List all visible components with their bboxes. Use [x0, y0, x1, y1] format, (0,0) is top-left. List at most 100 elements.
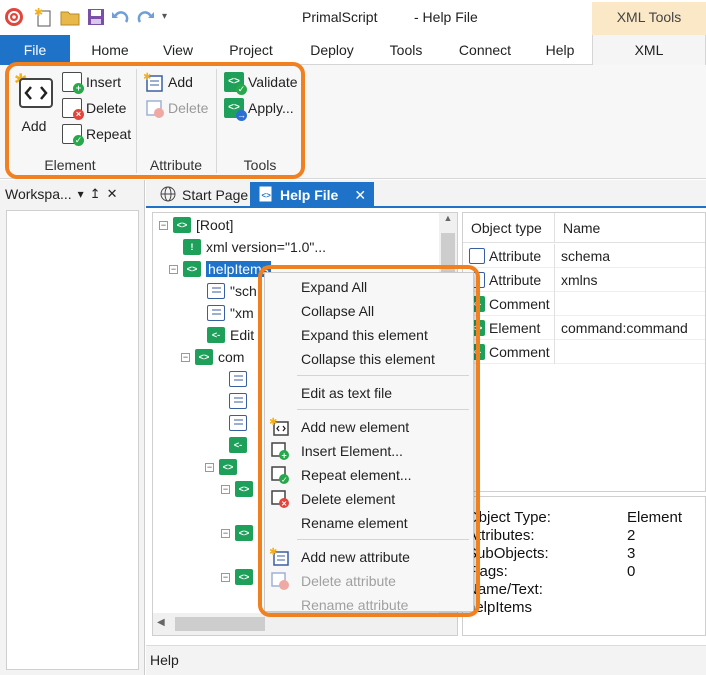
app-title: PrimalScript — [302, 9, 378, 25]
scroll-left-icon[interactable]: ◀ — [157, 617, 165, 628]
objects-grid: Object type Name Attribute schema Attribut… — [462, 212, 706, 492]
element-icon: <> — [219, 459, 237, 475]
object-type-text: Attribute — [489, 247, 542, 264]
cell-name: command:command — [561, 319, 688, 336]
tree-node-label: xml version="1.0"... — [206, 239, 327, 255]
cell-name: schema — [561, 247, 611, 264]
declaration-icon: ! — [183, 239, 201, 255]
collapse-icon[interactable]: − — [221, 484, 230, 494]
status-bar: Help — [146, 645, 706, 675]
close-icon[interactable]: ✕ — [107, 186, 118, 202]
workspace-pane: Workspa... ▾ ↥ ✕ — [0, 180, 145, 675]
xml-file-icon: <> — [258, 186, 274, 205]
collapse-icon[interactable]: − — [221, 528, 230, 538]
tab-xml[interactable]: XML — [592, 35, 706, 66]
attribute-icon — [229, 393, 247, 409]
tab-deploy[interactable]: Deploy — [298, 35, 366, 65]
property-value: 2 — [627, 527, 636, 544]
property-row: SubObjects: 3 — [467, 545, 705, 563]
collapse-icon[interactable]: − — [205, 462, 214, 472]
scroll-thumb[interactable] — [175, 617, 265, 631]
table-row[interactable]: <- Comment — [463, 291, 705, 316]
object-type-text: Comment — [489, 295, 550, 312]
highlight-menu-outline — [258, 265, 480, 617]
open-folder-icon[interactable] — [60, 7, 80, 27]
property-row: Object Type: Element — [467, 509, 705, 527]
cell-object-type: Attribute — [463, 243, 555, 268]
element-icon: <> — [173, 217, 191, 233]
status-text: Help — [150, 652, 179, 668]
property-row: Attributes: 2 — [467, 527, 705, 545]
close-tab-icon[interactable]: ✕ — [354, 187, 366, 204]
tree-node[interactable]: − <> com — [181, 346, 244, 368]
collapse-icon[interactable]: − — [169, 264, 178, 274]
tree-node[interactable] — [215, 390, 252, 412]
object-type-text: Attribute — [489, 271, 542, 288]
attribute-icon — [207, 305, 225, 321]
tab-project[interactable]: Project — [218, 35, 284, 65]
tab-home[interactable]: Home — [78, 35, 142, 65]
comment-icon: <- — [229, 437, 247, 453]
tree-node[interactable]: ! xml version="1.0"... — [169, 236, 326, 258]
customize-qat-icon[interactable]: ▾ — [162, 7, 182, 27]
tab-connect[interactable]: Connect — [448, 35, 522, 65]
tab-tools[interactable]: Tools — [378, 35, 434, 65]
pin-icon[interactable]: ↥ — [90, 186, 101, 202]
property-row: Name/Text: — [467, 581, 705, 599]
globe-icon — [160, 186, 176, 205]
scroll-up-icon[interactable]: ▲ — [439, 213, 457, 223]
object-type-text: Comment — [489, 343, 550, 360]
tree-node[interactable]: − <> [Root] — [159, 214, 233, 236]
element-icon: <> — [235, 481, 253, 497]
tree-node[interactable]: − <> — [221, 522, 258, 544]
tab-help-file[interactable]: <> Help File ✕ — [250, 182, 375, 208]
tree-node[interactable]: − <> — [205, 456, 242, 478]
table-row[interactable]: Attribute xmlns — [463, 267, 705, 292]
tree-node[interactable]: "sch — [193, 280, 257, 302]
tab-start-page[interactable]: Start Page — [152, 182, 256, 208]
save-icon[interactable] — [86, 7, 106, 27]
property-value: Element — [627, 509, 683, 526]
title-bar: ✱ ▾ PrimalScript - Help File XML Tools — [0, 0, 706, 35]
table-row[interactable]: <> Element command:command — [463, 315, 705, 340]
svg-text:<>: <> — [262, 191, 272, 200]
contextual-tab-group: XML Tools — [592, 2, 706, 35]
tab-file[interactable]: File — [0, 35, 70, 65]
undo-icon[interactable] — [110, 7, 130, 27]
tree-node-label: "xm — [230, 305, 254, 321]
new-file-icon[interactable]: ✱ — [34, 7, 54, 27]
tree-node[interactable]: − <> helpItems — [169, 258, 271, 280]
tree-node[interactable]: "xm — [193, 302, 254, 324]
tree-node-label: Edit — [230, 327, 255, 343]
dropdown-icon[interactable]: ▾ — [78, 187, 84, 201]
tree-node[interactable]: − <> — [221, 478, 258, 500]
attribute-icon — [469, 247, 485, 264]
tree-node-label: com — [218, 349, 245, 365]
table-row[interactable]: <- Comment — [463, 339, 705, 364]
collapse-icon[interactable]: − — [159, 220, 168, 230]
attribute-icon — [207, 283, 225, 299]
tree-node[interactable] — [215, 368, 252, 390]
column-header-object-type[interactable]: Object type — [463, 213, 555, 243]
collapse-icon[interactable]: − — [181, 352, 190, 362]
redo-icon[interactable] — [136, 7, 156, 27]
element-icon: <> — [183, 261, 201, 277]
tree-node-label: [Root] — [196, 217, 234, 233]
object-type-text: Element — [489, 319, 541, 336]
app-logo-icon — [4, 7, 24, 27]
tree-node[interactable]: <- Edit — [193, 324, 254, 346]
table-row[interactable]: Attribute schema — [463, 243, 705, 268]
tab-help[interactable]: Help — [536, 35, 584, 65]
property-row: Flags: 0 — [467, 563, 705, 581]
svg-text:✱: ✱ — [34, 7, 43, 19]
element-icon: <> — [195, 349, 213, 365]
element-icon: <> — [235, 525, 253, 541]
column-header-name[interactable]: Name — [555, 213, 705, 243]
tab-view[interactable]: View — [150, 35, 206, 65]
tree-node[interactable]: <- — [215, 434, 252, 456]
tree-node[interactable] — [215, 412, 252, 434]
collapse-icon[interactable]: − — [221, 572, 230, 582]
tree-node[interactable]: − <> — [221, 566, 258, 588]
attribute-icon — [229, 371, 247, 387]
element-icon: <> — [235, 569, 253, 585]
